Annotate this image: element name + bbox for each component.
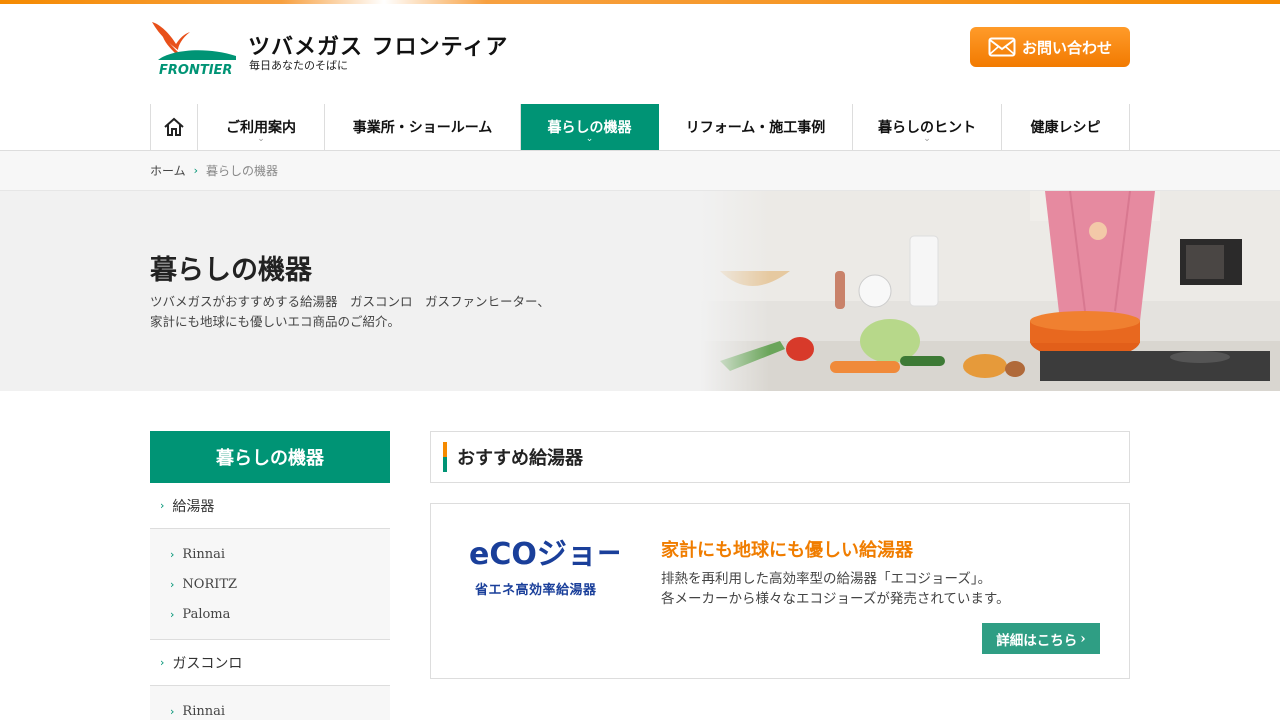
nav-label: 事業所・ショールーム	[352, 120, 493, 136]
sidebar-sublist: › Rinnai	[150, 686, 390, 720]
nav-item-hints[interactable]: 暮らしのヒント ⌄	[853, 104, 1002, 150]
sidebar-subitem-label: Paloma	[182, 606, 231, 622]
chevron-down-icon: ⌄	[923, 134, 931, 144]
sidebar-item-label: ガスコンロ	[172, 655, 243, 672]
breadcrumb-current: 暮らしの機器	[206, 164, 279, 178]
chevron-down-icon: ⌄	[257, 134, 265, 144]
sidebar-item-label: 給湯器	[172, 498, 215, 515]
chevron-right-icon: ›	[170, 607, 175, 621]
nav-item-guide[interactable]: ご利用案内 ⌄	[198, 104, 325, 150]
chevron-right-icon: ›	[160, 656, 165, 669]
nav-label: 健康レシピ	[1030, 120, 1101, 136]
heading-accent-bar	[443, 442, 447, 472]
sidebar-subitem-rinnai[interactable]: › Rinnai	[150, 539, 390, 569]
nav-label: リフォーム・施工事例	[685, 120, 826, 136]
hero-desc-line: ツバメガスがおすすめする給湯器 ガスコンロ ガスファンヒーター、	[150, 294, 550, 309]
kitchen-photo	[700, 191, 1280, 391]
sidebar-subitem-paloma[interactable]: › Paloma	[150, 599, 390, 629]
home-icon	[164, 117, 184, 136]
hero-banner: 暮らしの機器 ツバメガスがおすすめする給湯器 ガスコンロ ガスファンヒーター、 …	[0, 191, 1280, 391]
chevron-down-icon: ⌄	[585, 134, 594, 144]
chevron-right-icon: ›	[170, 547, 175, 561]
eco-word-text: eCOジョーズ	[469, 537, 619, 572]
sidebar-subitem-rinnai[interactable]: › Rinnai	[150, 696, 390, 720]
eco-caption: 省エネ高効率給湯器	[475, 583, 597, 598]
section-title: おすすめ給湯器	[457, 448, 583, 469]
card-title: 家計にも地球にも優しい給湯器	[661, 540, 913, 561]
product-card: eCOジョーズ 省エネ高効率給湯器 家計にも地球にも優しい給湯器 排熱を再利用し…	[430, 503, 1130, 679]
chevron-right-icon: ›	[160, 499, 165, 512]
mail-icon	[988, 37, 1016, 57]
card-desc-line: 排熱を再利用した高効率型の給湯器「エコジョーズ」。	[661, 571, 992, 587]
sidebar-subitem-label: NORITZ	[182, 576, 238, 592]
sidebar-subitem-label: Rinnai	[182, 703, 226, 719]
contact-label: お問い合わせ	[1021, 38, 1112, 57]
chevron-right-icon: ›	[170, 704, 175, 718]
chevron-right-icon: ›	[1080, 630, 1086, 647]
sidebar-subitem-noritz[interactable]: › NORITZ	[150, 569, 390, 599]
sidebar: 暮らしの機器 › 給湯器 › Rinnai › NORITZ › Paloma …	[150, 431, 390, 720]
nav-item-appliances[interactable]: 暮らしの機器 ⌄	[521, 104, 659, 150]
card-desc-line: 各メーカーから様々なエコジョーズが発売されています。	[661, 591, 1010, 607]
nav-item-recipes[interactable]: 健康レシピ	[1002, 104, 1130, 150]
sidebar-title: 暮らしの機器	[150, 431, 390, 483]
sidebar-item-gas-stove[interactable]: › ガスコンロ	[150, 640, 390, 686]
nav-item-offices[interactable]: 事業所・ショールーム	[325, 104, 521, 150]
breadcrumb: ホーム › 暮らしの機器	[0, 151, 1280, 191]
top-accent-bar	[0, 0, 1280, 4]
breadcrumb-separator-icon: ›	[193, 164, 199, 177]
details-button-label: 詳細はこちら	[996, 632, 1078, 649]
sidebar-subitem-label: Rinnai	[182, 546, 226, 562]
logo-wordmark: FRONTIER	[159, 63, 232, 76]
details-button[interactable]: 詳細はこちら ›	[982, 623, 1100, 654]
hero-desc-line: 家計にも地球にも優しいエコ商品のご紹介。	[150, 314, 401, 329]
chevron-right-icon: ›	[170, 577, 175, 591]
contact-button[interactable]: お問い合わせ	[970, 27, 1130, 67]
sidebar-sublist: › Rinnai › NORITZ › Paloma	[150, 529, 390, 640]
sidebar-item-water-heater[interactable]: › 給湯器	[150, 483, 390, 529]
site-logo[interactable]: FRONTIER ツバメガス フロンティア 毎日あなたのそばに	[150, 20, 507, 76]
global-nav: ご利用案内 ⌄ 事業所・ショールーム 暮らしの機器 ⌄ リフォーム・施工事例 暮…	[150, 104, 1130, 150]
eco-jozu-wordmark-icon: eCOジョーズ	[469, 537, 619, 572]
card-description: 排熱を再利用した高効率型の給湯器「エコジョーズ」。 各メーカーから様々なエコジョ…	[661, 569, 1101, 609]
eco-jozu-logo: eCOジョーズ 省エネ高効率給湯器	[469, 532, 619, 602]
swallow-logo-icon: FRONTIER	[152, 22, 236, 76]
breadcrumb-home[interactable]: ホーム	[150, 162, 186, 179]
hero-description: ツバメガスがおすすめする給湯器 ガスコンロ ガスファンヒーター、 家計にも地球に…	[150, 292, 570, 332]
nav-item-home[interactable]	[150, 104, 198, 150]
section-heading: おすすめ給湯器	[430, 431, 1130, 483]
nav-item-reform[interactable]: リフォーム・施工事例	[659, 104, 853, 150]
page-title: 暮らしの機器	[150, 255, 312, 286]
brand-tagline: 毎日あなたのそばに	[249, 59, 348, 72]
